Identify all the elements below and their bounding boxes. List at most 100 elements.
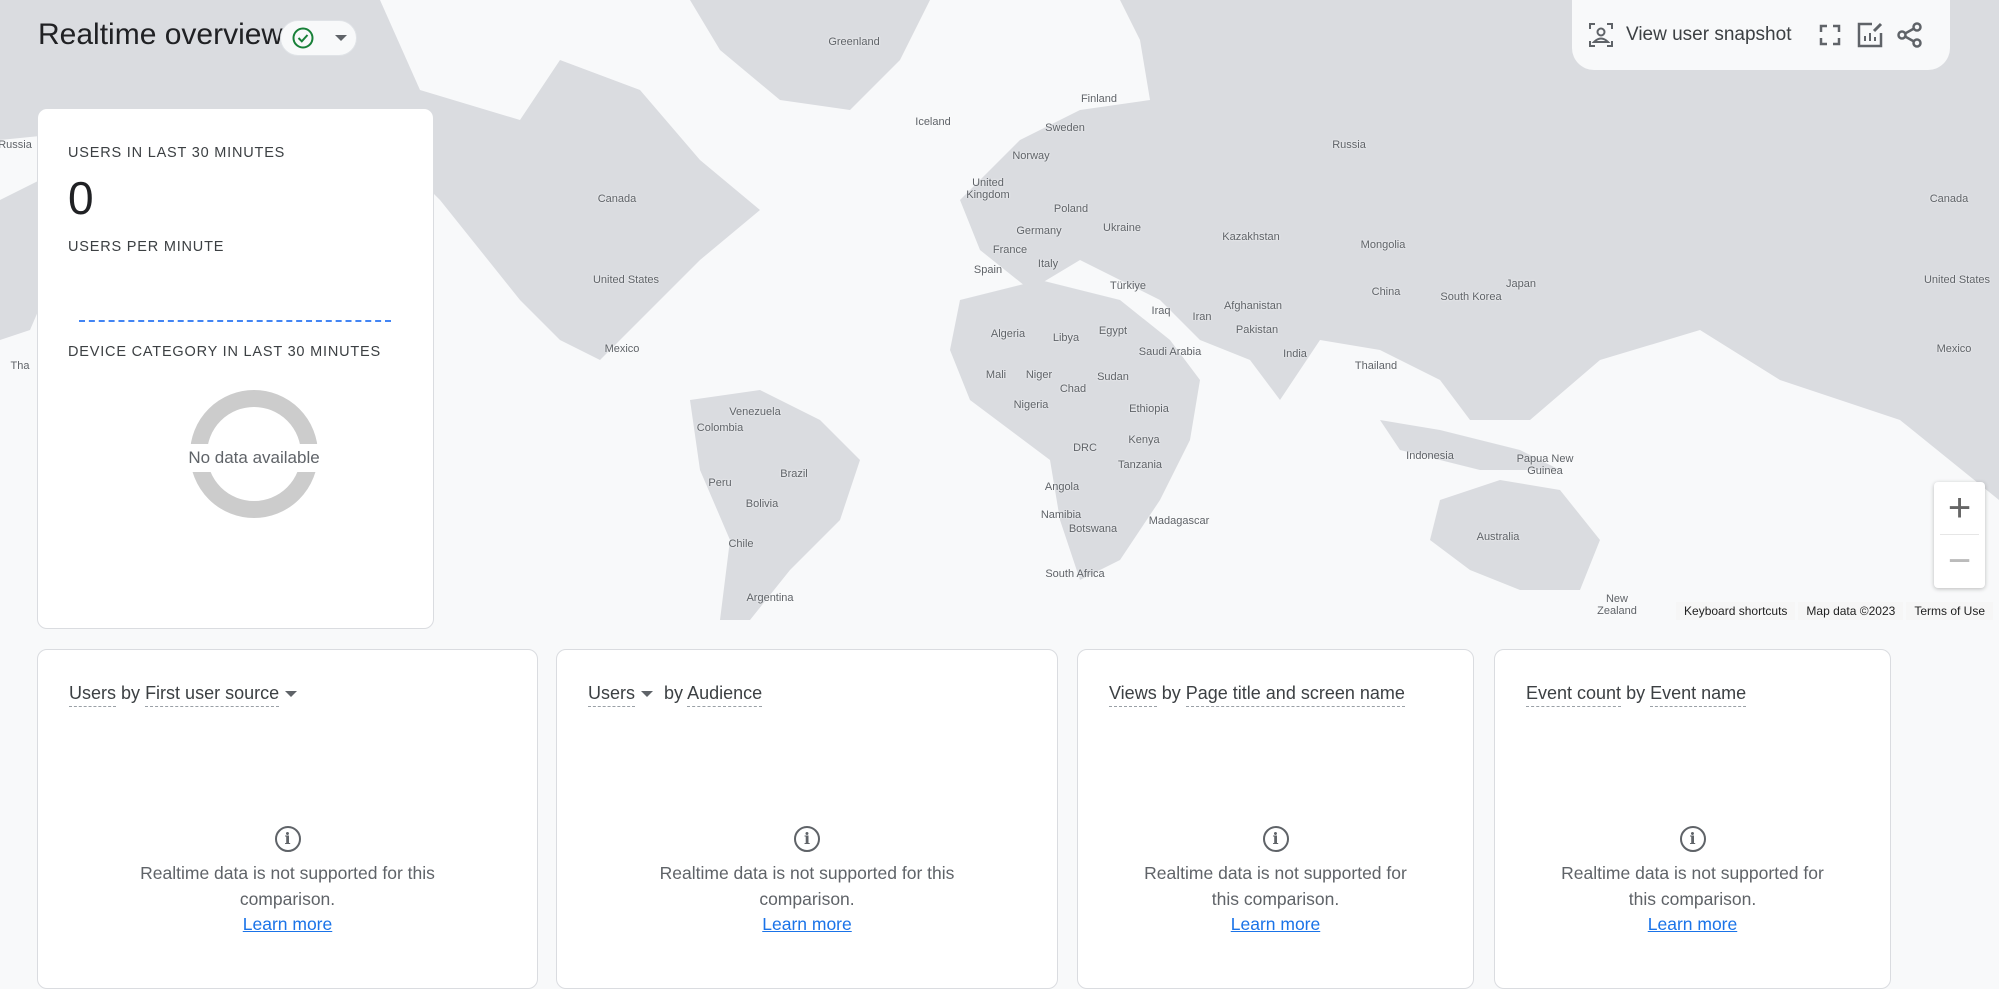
card-title: Users by First user source <box>69 683 303 707</box>
map-label: Algeria <box>990 328 1026 340</box>
map-label: United States <box>592 274 660 286</box>
map-label: Colombia <box>696 422 744 434</box>
page-title: Realtime overview <box>38 18 284 51</box>
map-label: Chile <box>728 538 754 550</box>
map-label: Greenland <box>828 36 880 48</box>
map-label: South Korea <box>1440 291 1502 303</box>
map-label: Egypt <box>1098 325 1128 337</box>
report-toolbar: View user snapshot <box>1572 0 1950 70</box>
map-label: Indonesia <box>1406 450 1454 462</box>
map-label: France <box>992 244 1028 256</box>
chevron-down-icon[interactable] <box>285 691 298 698</box>
map-attribution: Keyboard shortcuts Map data ©2023 Terms … <box>1676 602 1993 620</box>
map-label: Finland <box>1080 93 1118 105</box>
map-label: Iraq <box>1151 305 1171 317</box>
map-label: Libya <box>1052 332 1080 344</box>
user-snapshot-icon[interactable] <box>1586 20 1616 50</box>
learn-more-link[interactable]: Learn more <box>1648 914 1738 935</box>
map-label: Spain <box>973 264 1003 276</box>
dimension-selector[interactable]: First user source <box>145 683 280 707</box>
data-status-dropdown[interactable] <box>280 20 357 56</box>
map-label: Iceland <box>915 116 951 128</box>
metric-selector[interactable]: Event count <box>1526 683 1622 707</box>
realtime-summary-card: USERS IN LAST 30 MINUTES 0 USERS PER MIN… <box>37 108 434 629</box>
map-label: Poland <box>1053 203 1089 215</box>
map-label: Canada <box>597 193 637 205</box>
map-label: Angola <box>1044 481 1080 493</box>
metric-selector[interactable]: Users <box>69 683 117 707</box>
map-label: Sudan <box>1097 371 1129 383</box>
metric-selector[interactable]: Users <box>588 683 636 707</box>
info-icon: i <box>794 826 820 852</box>
map-label: Sweden <box>1045 122 1085 134</box>
chevron-down-icon <box>335 35 347 41</box>
map-label: Norway <box>1012 150 1050 162</box>
map-label: United Kingdom <box>966 177 1010 201</box>
map-label: Nigeria <box>1013 399 1049 411</box>
map-label: Russia <box>1332 139 1366 151</box>
map-label: Ethiopia <box>1129 403 1169 415</box>
map-label: China <box>1371 286 1401 298</box>
not-supported-message: Realtime data is not supported for this … <box>140 863 435 909</box>
map-label: Madagascar <box>1148 515 1210 527</box>
users-per-minute-label: USERS PER MINUTE <box>68 239 225 255</box>
map-label: Mexico <box>604 343 640 355</box>
map-label: Japan <box>1506 278 1536 290</box>
map-label: United States <box>1923 274 1991 286</box>
map-label: Mexico <box>1936 343 1972 355</box>
realtime-card: Event count by Event name i Realtime dat… <box>1494 649 1891 989</box>
map-label: Iran <box>1192 311 1212 323</box>
map-label: India <box>1283 348 1307 360</box>
info-icon: i <box>1262 826 1289 852</box>
realtime-card: Views by Page title and screen name i Re… <box>1077 649 1474 989</box>
map-label: Canada <box>1929 193 1969 205</box>
info-icon: i <box>1679 826 1706 852</box>
map-label: Venezuela <box>729 406 781 418</box>
zoom-in-button[interactable]: + <box>1934 482 1985 534</box>
learn-more-link[interactable]: Learn more <box>1231 914 1321 935</box>
map-label: Bolivia <box>745 498 779 510</box>
by-label: by <box>1626 683 1646 703</box>
not-supported-message: Realtime data is not supported for this … <box>1144 863 1407 909</box>
map-label: Russia <box>0 139 32 151</box>
dimension-selector[interactable]: Audience <box>687 683 763 707</box>
terms-of-use-link[interactable]: Terms of Use <box>1906 602 1993 620</box>
users-last-30-value: 0 <box>68 172 94 224</box>
map-label: Kenya <box>1128 434 1160 446</box>
by-label: by <box>664 683 684 703</box>
map-data-label: Map data ©2023 <box>1798 602 1904 620</box>
device-no-data: No data available <box>138 444 370 472</box>
dimension-selector[interactable]: Event name <box>1650 683 1747 707</box>
map-label: Italy <box>1037 258 1059 270</box>
map-label: Papua New Guinea <box>1516 453 1574 477</box>
map-label: Botswana <box>1068 523 1118 535</box>
dimension-selector[interactable]: Page title and screen name <box>1185 683 1405 707</box>
learn-more-link[interactable]: Learn more <box>243 914 333 935</box>
not-supported-message: Realtime data is not supported for this … <box>1561 863 1824 909</box>
fullscreen-icon[interactable] <box>1815 20 1845 50</box>
users-per-minute-sparkline <box>79 320 391 322</box>
zoom-out-button[interactable]: − <box>1934 535 1985 587</box>
info-icon: i <box>274 826 301 852</box>
map-label: South Africa <box>1045 568 1105 580</box>
map-zoom-controls: + − <box>1934 482 1985 588</box>
map-label: Germany <box>1016 225 1062 237</box>
share-icon[interactable] <box>1895 20 1925 50</box>
map-label: Mali <box>985 369 1007 381</box>
map-label: Afghanistan <box>1223 300 1283 312</box>
keyboard-shortcuts-link[interactable]: Keyboard shortcuts <box>1676 602 1796 620</box>
not-supported-message: Realtime data is not supported for this … <box>659 863 955 909</box>
chevron-down-icon[interactable] <box>641 691 654 698</box>
customize-report-icon[interactable] <box>1855 20 1885 50</box>
by-label: by <box>1161 683 1181 703</box>
device-category-label: DEVICE CATEGORY IN LAST 30 MINUTES <box>68 344 381 360</box>
realtime-card: Users by First user source i Realtime da… <box>37 649 538 989</box>
metric-selector[interactable]: Views <box>1109 683 1157 707</box>
learn-more-link[interactable]: Learn more <box>762 914 852 935</box>
realtime-card: Users by Audience i Realtime data is not… <box>556 649 1058 989</box>
map-label: Tanzania <box>1117 459 1163 471</box>
users-last-30-label: USERS IN LAST 30 MINUTES <box>68 145 286 161</box>
map-label: Pakistan <box>1235 324 1279 336</box>
card-title: Users by Audience <box>588 683 763 707</box>
view-user-snapshot-button[interactable]: View user snapshot <box>1626 24 1791 46</box>
